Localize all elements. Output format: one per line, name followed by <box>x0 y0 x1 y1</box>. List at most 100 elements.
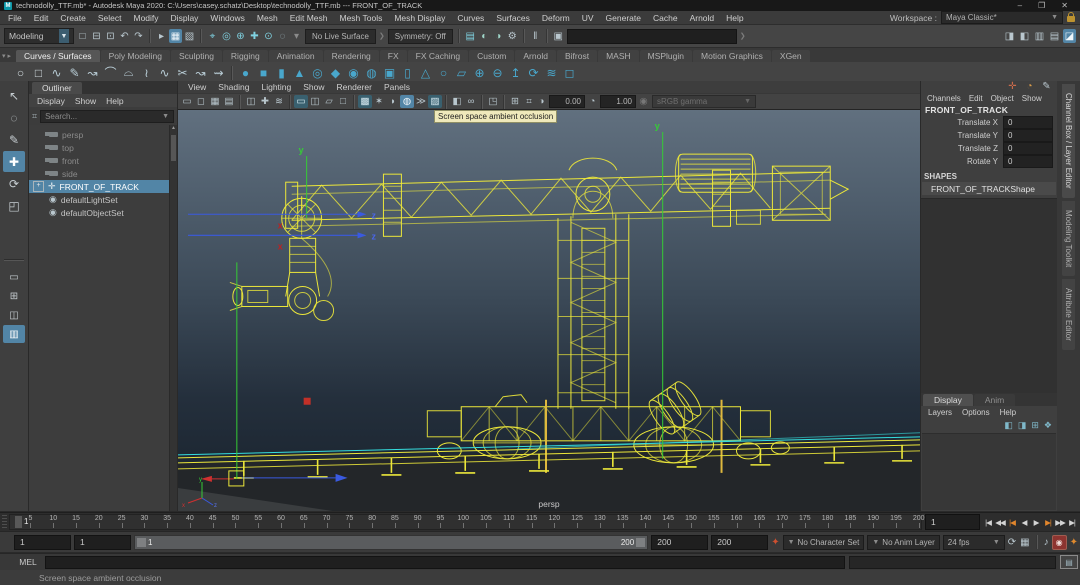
shelf-tab-animation[interactable]: Animation <box>269 50 323 62</box>
menu-mesh-tools[interactable]: Mesh Tools <box>334 13 389 23</box>
wireframe-display-icon[interactable]: ▭ <box>294 95 308 108</box>
time-ruler[interactable]: 1 51015202530354045505560657075808590951… <box>9 514 922 530</box>
textured-display-icon[interactable]: ▩ <box>358 95 372 108</box>
menu-edit[interactable]: Edit <box>28 13 55 23</box>
outliner-item-top[interactable]: top <box>29 141 177 154</box>
step-forward-frame-button[interactable]: ▶▶ <box>1055 518 1065 527</box>
use-all-lights-icon[interactable]: ✶ <box>372 95 386 108</box>
layer-editor-tab-display[interactable]: Display <box>923 394 973 406</box>
image-plane-icon[interactable]: ◫ <box>244 95 258 108</box>
anti-aliasing-icon[interactable]: ▨ <box>428 95 442 108</box>
detach-curves-icon[interactable]: ✂ <box>174 64 191 81</box>
channel-attribute-value[interactable]: 0 <box>1003 142 1053 155</box>
menu-uv[interactable]: UV <box>576 13 600 23</box>
lock-camera-icon[interactable]: ◻ <box>194 95 208 108</box>
wireframe-model[interactable]: y y z z x x <box>178 110 920 511</box>
menu-arnold[interactable]: Arnold <box>684 13 721 23</box>
live-surface-arrow-icon[interactable]: ▾ <box>290 29 303 43</box>
step-forward-key-button[interactable]: ▶| <box>1043 518 1053 527</box>
menu-generate[interactable]: Generate <box>600 13 647 23</box>
pencil-curve-tool-icon[interactable]: ✎ <box>66 64 83 81</box>
boolean-difference-icon[interactable]: ⊖ <box>489 64 506 81</box>
playback-start-field[interactable]: 1 <box>74 535 131 550</box>
oversampling-icon[interactable]: ≋ <box>272 95 286 108</box>
animation-start-field[interactable]: 1 <box>14 535 71 550</box>
drag-grip[interactable] <box>2 515 7 529</box>
outliner-item-front_of_track[interactable]: +✛FRONT_OF_TRACK <box>29 180 177 193</box>
shelf-tab-bifrost[interactable]: Bifrost <box>557 50 597 62</box>
lock-icon[interactable] <box>1067 16 1075 22</box>
layout-outliner-persp[interactable]: ▥ <box>3 325 25 343</box>
move-layer-up-icon[interactable]: ◧ <box>1004 420 1013 431</box>
select-by-component-icon[interactable]: ▧ <box>183 29 196 43</box>
outliner-tab[interactable]: Outliner <box>32 82 82 94</box>
xray-icon[interactable]: ◧ <box>450 95 464 108</box>
go-to-start-button[interactable]: |◀ <box>983 518 993 527</box>
nurbs-cylinder-icon[interactable]: ▯ <box>399 64 416 81</box>
select-camera-icon[interactable]: ▭ <box>180 95 194 108</box>
menu-select[interactable]: Select <box>92 13 128 23</box>
polygon-plane-icon[interactable]: ◆ <box>327 64 344 81</box>
play-forwards-button[interactable]: ▶ <box>1031 518 1041 527</box>
toggle-channel-box-icon[interactable]: ◨ <box>1003 29 1016 43</box>
2d-pan-zoom-icon[interactable]: ✚ <box>258 95 272 108</box>
xray-joints-icon[interactable]: ∞ <box>464 95 478 108</box>
toggle-outliner-icon[interactable]: ▤ <box>1048 29 1061 43</box>
snap-to-grid-icon[interactable]: ⌖ <box>206 29 219 43</box>
insert-knot-icon[interactable]: ↝ <box>192 64 209 81</box>
channel-box-menu-show[interactable]: Show <box>1018 94 1046 103</box>
ep-curve-tool-icon[interactable]: ∿ <box>48 64 65 81</box>
snap-to-curve-icon[interactable]: ◎ <box>220 29 233 43</box>
fps-dropdown[interactable]: 24 fps ▼ <box>943 535 1005 550</box>
menu-file[interactable]: File <box>2 13 28 23</box>
channel-box-menu-object[interactable]: Object <box>987 94 1018 103</box>
gamma-field[interactable]: 1.00 <box>600 95 636 108</box>
gamma-icon[interactable]: ◔ <box>587 95 598 108</box>
polygon-cylinder-icon[interactable]: ▮ <box>273 64 290 81</box>
current-time-field[interactable]: 1 <box>925 514 980 530</box>
shelf-tab-rendering[interactable]: Rendering <box>324 50 379 62</box>
smooth-shade-icon[interactable]: ◫ <box>308 95 322 108</box>
revolve-icon[interactable]: ⟳ <box>525 64 542 81</box>
outliner-menu-help[interactable]: Help <box>101 96 128 106</box>
lasso-select-tool[interactable]: ◌ <box>3 107 25 128</box>
shelf-tab-sculpting[interactable]: Sculpting <box>171 50 222 62</box>
layer-menu-options[interactable]: Options <box>957 408 995 417</box>
exposure-icon[interactable]: ◑ <box>536 95 547 108</box>
step-back-key-button[interactable]: |◀ <box>1007 518 1017 527</box>
close-button[interactable]: ✕ <box>1061 1 1068 10</box>
go-to-end-button[interactable]: ▶| <box>1067 518 1077 527</box>
snap-to-projected-center-icon[interactable]: ✚ <box>248 29 261 43</box>
channel-attribute-value[interactable]: 0 <box>1003 129 1053 142</box>
shelf-tab-motion-graphics[interactable]: Motion Graphics <box>693 50 771 62</box>
menu-curves[interactable]: Curves <box>451 13 490 23</box>
character-set-dropdown[interactable]: ▼ No Character Set <box>783 535 865 550</box>
shelf-tab-fx[interactable]: FX <box>380 50 407 62</box>
channel-box-menu-edit[interactable]: Edit <box>965 94 987 103</box>
anim-layer-dropdown[interactable]: ▼ No Anim Layer <box>867 535 939 550</box>
animation-end-field[interactable]: 200 <box>711 535 768 550</box>
nurbs-circle-icon[interactable]: ○ <box>12 64 29 81</box>
nurbs-square-icon[interactable]: □ <box>30 64 47 81</box>
playblast-icon[interactable]: ▦ <box>1020 537 1029 548</box>
menu-windows[interactable]: Windows <box>204 13 250 23</box>
channel-attribute-value[interactable]: 0 <box>1003 116 1053 129</box>
redo-icon[interactable]: ↷ <box>132 29 145 43</box>
menu-cache[interactable]: Cache <box>647 13 684 23</box>
outliner-item-persp[interactable]: persp <box>29 128 177 141</box>
toggle-tool-settings-icon[interactable]: ▥ <box>1033 29 1046 43</box>
grid-toggle-icon[interactable]: ⊞ <box>508 95 522 108</box>
undo-icon[interactable]: ↶ <box>118 29 131 43</box>
nurbs-sphere-icon[interactable]: ◍ <box>363 64 380 81</box>
live-surface-field[interactable]: No Live Surface <box>305 29 376 44</box>
viewport-menu-lighting[interactable]: Lighting <box>255 82 297 92</box>
snap-to-point-icon[interactable]: ⊕ <box>234 29 247 43</box>
nurbs-cube-icon[interactable]: ▣ <box>381 64 398 81</box>
shelf-tab-arnold[interactable]: Arnold <box>515 50 556 62</box>
shelf-mini-0[interactable]: ▾ <box>2 52 6 60</box>
command-input[interactable] <box>45 556 845 569</box>
side-tab-modeling-toolkit[interactable]: Modeling Toolkit <box>1062 201 1075 276</box>
extrude-icon[interactable]: ↥ <box>507 64 524 81</box>
outliner-menu-show[interactable]: Show <box>70 96 101 106</box>
shelf-tab-rigging[interactable]: Rigging <box>223 50 268 62</box>
